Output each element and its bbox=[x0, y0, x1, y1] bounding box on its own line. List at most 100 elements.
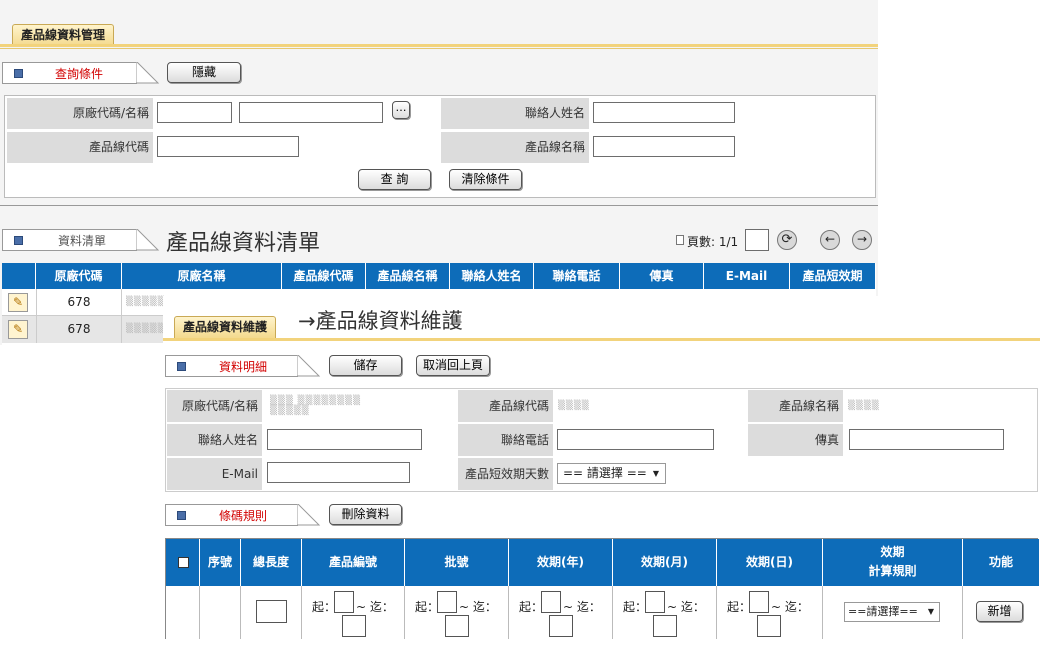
product-no-start-input[interactable] bbox=[334, 591, 354, 613]
query-section-header: 查詢條件 bbox=[2, 62, 162, 84]
short-expiry-label: 產品短效期天數 bbox=[458, 458, 553, 490]
tab-product-line-maintenance[interactable]: 產品線資料維護 bbox=[174, 316, 277, 339]
section-square-icon bbox=[14, 69, 23, 78]
exp-rule-select[interactable]: ==請選擇== ▼ bbox=[844, 602, 940, 622]
table-header-vendor-name: 原廠名稱 bbox=[122, 263, 282, 289]
phone-label: 聯絡電話 bbox=[458, 424, 553, 456]
line-code-value-redacted: ▒▒▒▒ bbox=[558, 401, 590, 411]
vendor-code-input[interactable] bbox=[157, 102, 232, 123]
table-header-line-code: 產品線代碼 bbox=[282, 263, 366, 289]
divider bbox=[0, 205, 878, 206]
batch-range: 起： ~ 迄： bbox=[405, 586, 509, 639]
save-button[interactable]: 儲存 bbox=[329, 355, 402, 376]
email-input[interactable] bbox=[267, 462, 410, 483]
section-slant-icon bbox=[297, 504, 321, 526]
next-page-icon[interactable]: → bbox=[852, 230, 872, 250]
exp-day-start-input[interactable] bbox=[749, 591, 769, 613]
contact-name-input[interactable] bbox=[267, 429, 422, 450]
row-vendor-name-redacted: ▒▒▒▒▒ bbox=[126, 324, 166, 334]
exp-month-range: 起： ~ 迄： bbox=[613, 586, 717, 639]
table-header-phone: 聯絡電話 bbox=[534, 263, 620, 289]
table-header-vendor-code: 原廠代碼 bbox=[36, 263, 122, 289]
barcode-section-header: 條碼規則 bbox=[165, 504, 325, 526]
hide-button[interactable]: 隱藏 bbox=[167, 62, 241, 83]
section-square-icon bbox=[14, 236, 23, 245]
page-label: 頁數: 1/1 bbox=[687, 235, 739, 249]
exp-month-start-input[interactable] bbox=[645, 591, 665, 613]
row-vendor-code: 678 bbox=[36, 316, 122, 343]
table-header-line-name: 產品線名稱 bbox=[366, 263, 450, 289]
query-form: 原廠代碼/名稱 … 聯絡人姓名 產品線代碼 產品線名稱 查 詢 清除條件 bbox=[4, 95, 876, 198]
edit-icon[interactable]: ✎ bbox=[8, 320, 28, 339]
table-header-exp-month: 效期(月) bbox=[613, 539, 717, 586]
browse-vendor-button[interactable]: … bbox=[392, 101, 410, 119]
contact-label: 聯絡人姓名 bbox=[167, 424, 262, 456]
table-header-contact: 聯絡人姓名 bbox=[450, 263, 534, 289]
email-label: E-Mail bbox=[167, 458, 262, 490]
section-square-icon bbox=[177, 362, 186, 371]
exp-year-range: 起： ~ 迄： bbox=[509, 586, 613, 639]
contact-name-input[interactable] bbox=[593, 102, 735, 123]
tab-underline bbox=[163, 338, 1040, 341]
to-label: ~ 迄： bbox=[563, 600, 601, 614]
list-title: 產品線資料清單 bbox=[166, 231, 321, 256]
table-header-seq: 序號 bbox=[200, 539, 241, 586]
line-code-label: 產品線代碼 bbox=[458, 390, 553, 422]
line-name-value-redacted: ▒▒▒▒ bbox=[848, 401, 880, 411]
section-slant-icon bbox=[136, 62, 160, 84]
list-section-header: 資料清單 bbox=[2, 229, 162, 251]
phone-input[interactable] bbox=[557, 429, 714, 450]
checkbox-icon[interactable] bbox=[178, 557, 189, 568]
from-label: 起： bbox=[312, 600, 337, 614]
detail-form: 原廠代碼/名稱 ▒▒▒ ▒▒▒▒▒▒▒▒ ▒▒▒▒▒ 產品線代碼 ▒▒▒▒ 產品線… bbox=[165, 388, 1038, 492]
row-vendor-code: 678 bbox=[36, 289, 122, 316]
chevron-down-icon: ▼ bbox=[927, 607, 934, 616]
table-header-edit bbox=[2, 263, 36, 289]
total-length-input[interactable] bbox=[256, 600, 287, 623]
fax-input[interactable] bbox=[849, 429, 1004, 450]
search-button[interactable]: 查 詢 bbox=[358, 169, 431, 190]
from-label: 起： bbox=[623, 600, 648, 614]
edit-icon[interactable]: ✎ bbox=[8, 293, 28, 312]
exp-year-start-input[interactable] bbox=[541, 591, 561, 613]
section-square-icon bbox=[177, 511, 186, 520]
exp-year-end-input[interactable] bbox=[549, 615, 573, 637]
short-expiry-select-value: == 請選擇 == bbox=[563, 466, 647, 480]
exp-day-range: 起： ~ 迄： bbox=[717, 586, 823, 639]
fax-label: 傳真 bbox=[748, 424, 843, 456]
batch-start-input[interactable] bbox=[437, 591, 457, 613]
detail-section-header: 資料明細 bbox=[165, 355, 325, 377]
section-slant-icon bbox=[136, 229, 160, 251]
tab-label: 產品線資料管理 bbox=[21, 28, 106, 42]
vendor-name-input[interactable] bbox=[239, 102, 383, 123]
prev-page-icon[interactable]: ← bbox=[820, 230, 840, 250]
batch-end-input[interactable] bbox=[445, 615, 469, 637]
tab-underline-thin bbox=[0, 48, 878, 49]
product-no-end-input[interactable] bbox=[342, 615, 366, 637]
exp-month-end-input[interactable] bbox=[653, 615, 677, 637]
page-number-input[interactable] bbox=[745, 229, 769, 251]
cancel-back-button[interactable]: 取消回上頁 bbox=[416, 355, 490, 376]
table-header-exp-day: 效期(日) bbox=[717, 539, 823, 586]
table-row: 起： ~ 迄： 起： ~ 迄： 起： ~ 迄： 起： ~ 迄： 起： ~ 迄： … bbox=[166, 586, 1039, 639]
vendor-label: 原廠代碼/名稱 bbox=[7, 98, 153, 129]
exp-day-end-input[interactable] bbox=[757, 615, 781, 637]
clear-conditions-button[interactable]: 清除條件 bbox=[449, 169, 522, 190]
short-expiry-select[interactable]: == 請選擇 == ▼ bbox=[557, 463, 666, 484]
refresh-icon[interactable]: ⟳ bbox=[777, 230, 797, 250]
from-label: 起： bbox=[415, 600, 440, 614]
to-label: ~ 迄： bbox=[356, 600, 394, 614]
line-name-label: 產品線名稱 bbox=[748, 390, 843, 422]
delete-data-button[interactable]: 刪除資料 bbox=[329, 504, 402, 525]
table-header-product-no: 產品編號 bbox=[302, 539, 405, 586]
product-no-range: 起： ~ 迄： bbox=[302, 586, 405, 639]
table-header-email: E-Mail bbox=[704, 263, 790, 289]
from-label: 起： bbox=[727, 600, 752, 614]
line-name-input[interactable] bbox=[593, 136, 735, 157]
from-label: 起： bbox=[519, 600, 544, 614]
table-header-select bbox=[166, 539, 200, 586]
table-header-short-expiry: 產品短效期 bbox=[790, 263, 876, 289]
list-section-label: 資料清單 bbox=[58, 234, 107, 248]
add-rule-button[interactable]: 新增 bbox=[976, 601, 1023, 622]
line-code-input[interactable] bbox=[157, 136, 299, 157]
